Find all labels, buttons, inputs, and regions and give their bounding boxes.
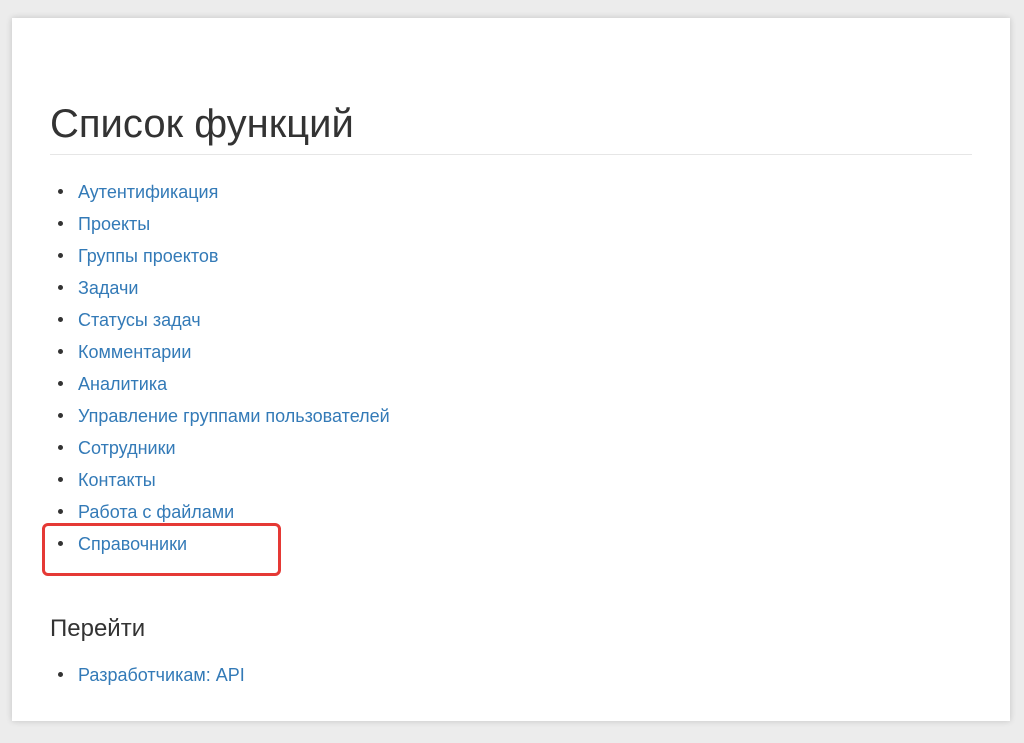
link-comments[interactable]: Комментарии <box>78 342 191 362</box>
link-projects[interactable]: Проекты <box>78 214 150 234</box>
bullet-icon <box>58 672 63 677</box>
list-item: Проекты <box>50 212 390 244</box>
bullet-icon <box>58 381 63 386</box>
goto-section-title: Перейти <box>50 615 146 642</box>
highlight-box <box>42 523 281 576</box>
list-item: Контакты <box>50 468 390 500</box>
list-item: Разработчикам: API <box>50 663 245 695</box>
bullet-icon <box>58 349 63 354</box>
page-title: Список функций <box>50 102 354 146</box>
goto-list: Разработчикам: API <box>50 663 245 695</box>
bullet-icon <box>58 285 63 290</box>
content-card: Список функций Аутентификация Проекты Гр… <box>12 18 1010 721</box>
bullet-icon <box>58 413 63 418</box>
link-employees[interactable]: Сотрудники <box>78 438 176 458</box>
bullet-icon <box>58 445 63 450</box>
functions-list: Аутентификация Проекты Группы проектов З… <box>50 180 390 564</box>
bullet-icon <box>58 253 63 258</box>
bullet-icon <box>58 317 63 322</box>
link-developers-api[interactable]: Разработчикам: API <box>78 665 245 685</box>
link-user-groups[interactable]: Управление группами пользователей <box>78 406 390 426</box>
list-item: Комментарии <box>50 340 390 372</box>
bullet-icon <box>58 189 63 194</box>
list-item: Сотрудники <box>50 436 390 468</box>
list-item: Группы проектов <box>50 244 390 276</box>
bullet-icon <box>58 509 63 514</box>
link-contacts[interactable]: Контакты <box>78 470 156 490</box>
bullet-icon <box>58 221 63 226</box>
link-analytics[interactable]: Аналитика <box>78 374 167 394</box>
link-tasks[interactable]: Задачи <box>78 278 138 298</box>
title-divider <box>50 154 972 155</box>
list-item: Задачи <box>50 276 390 308</box>
link-project-groups[interactable]: Группы проектов <box>78 246 218 266</box>
list-item: Статусы задач <box>50 308 390 340</box>
list-item: Управление группами пользователей <box>50 404 390 436</box>
list-item: Аналитика <box>50 372 390 404</box>
link-authentication[interactable]: Аутентификация <box>78 182 218 202</box>
link-files[interactable]: Работа с файлами <box>78 502 234 522</box>
link-task-statuses[interactable]: Статусы задач <box>78 310 201 330</box>
list-item: Аутентификация <box>50 180 390 212</box>
bullet-icon <box>58 477 63 482</box>
